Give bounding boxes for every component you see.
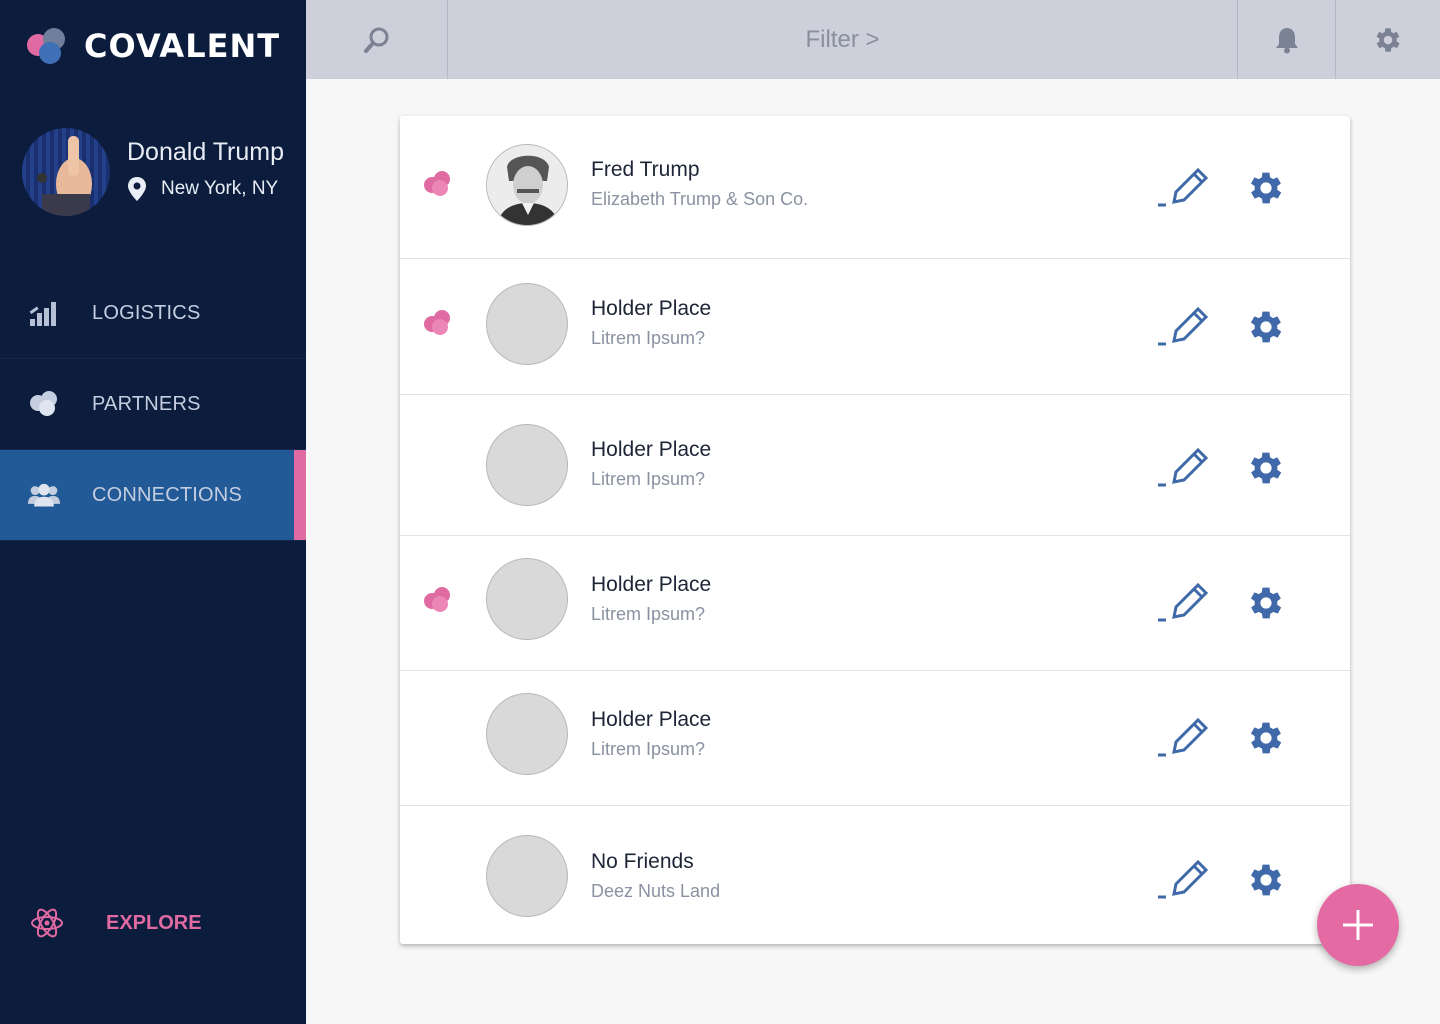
search-button[interactable] xyxy=(306,0,448,79)
avatar-placeholder xyxy=(486,835,568,917)
main-nav: LOGISTICS PARTNERS CONNECTIONS xyxy=(0,268,306,541)
gear-icon[interactable] xyxy=(1245,167,1287,209)
list-item[interactable]: No Friends Deez Nuts Land xyxy=(400,806,1350,944)
plus-icon xyxy=(1343,910,1373,940)
gear-icon xyxy=(1376,27,1400,52)
edit-pencil-icon[interactable] xyxy=(1158,716,1210,760)
nav-item-logistics[interactable]: LOGISTICS xyxy=(0,268,306,359)
connection-name: Holder Place xyxy=(591,297,712,320)
explore-button[interactable]: EXPLORE xyxy=(30,905,202,941)
edit-pencil-icon[interactable] xyxy=(1158,446,1210,490)
edit-pencil-icon[interactable] xyxy=(1158,581,1210,625)
connection-subtitle: Litrem Ipsum? xyxy=(591,469,706,489)
location-text: New York, NY xyxy=(161,178,279,199)
search-icon xyxy=(363,27,388,53)
notifications-button[interactable] xyxy=(1237,0,1335,79)
sidebar: COVALENT Donald Trump New York, NY LOGIS… xyxy=(0,0,306,1024)
profile-name: Donald Trump xyxy=(127,138,285,166)
gear-icon[interactable] xyxy=(1245,859,1287,901)
nav-item-partners[interactable]: PARTNERS xyxy=(0,359,306,450)
bar-chart-icon xyxy=(28,297,60,329)
settings-button[interactable] xyxy=(1335,0,1440,79)
covalent-logo-icon xyxy=(27,28,65,64)
list-item[interactable]: Holder Place Litrem Ipsum? xyxy=(400,259,1350,395)
connection-name: Holder Place xyxy=(591,708,712,731)
location-pin-icon xyxy=(128,177,146,201)
nav-label-partners: PARTNERS xyxy=(92,392,201,415)
connection-subtitle: Elizabeth Trump & Son Co. xyxy=(591,189,809,209)
user-profile[interactable]: Donald Trump New York, NY xyxy=(22,128,302,218)
gear-icon[interactable] xyxy=(1245,306,1287,348)
avatar-placeholder xyxy=(486,283,568,365)
edit-pencil-icon[interactable] xyxy=(1158,305,1210,349)
list-item[interactable]: Holder Place Litrem Ipsum? xyxy=(400,536,1350,671)
brand[interactable]: COVALENT xyxy=(26,26,280,66)
edit-pencil-icon[interactable] xyxy=(1158,166,1210,210)
filter-label: Filter > xyxy=(805,25,880,53)
connections-list: Fred Trump Elizabeth Trump & Son Co. Hol… xyxy=(400,116,1350,944)
bell-icon xyxy=(1275,27,1298,53)
connection-name: No Friends xyxy=(591,850,694,873)
avatar[interactable] xyxy=(22,128,110,216)
nav-label-logistics: LOGISTICS xyxy=(92,301,201,324)
gear-icon[interactable] xyxy=(1245,717,1287,759)
avatar-placeholder xyxy=(486,693,568,775)
filter-button[interactable]: Filter > xyxy=(448,0,1237,79)
covalent-badge-icon xyxy=(424,310,450,335)
nav-label-connections: CONNECTIONS xyxy=(92,483,242,506)
active-indicator xyxy=(294,450,306,540)
connection-subtitle: Litrem Ipsum? xyxy=(591,604,706,624)
avatar-placeholder xyxy=(486,558,568,640)
list-item[interactable]: Fred Trump Elizabeth Trump & Son Co. xyxy=(400,116,1350,259)
covalent-badge-icon xyxy=(424,587,450,612)
connection-subtitle: Deez Nuts Land xyxy=(591,881,721,901)
explore-label: EXPLORE xyxy=(106,911,202,934)
connection-subtitle: Litrem Ipsum? xyxy=(591,739,706,759)
connection-name: Holder Place xyxy=(591,573,712,596)
list-item[interactable]: Holder Place Litrem Ipsum? xyxy=(400,671,1350,806)
add-connection-button[interactable] xyxy=(1317,884,1399,966)
top-bar: Filter > xyxy=(306,0,1440,79)
avatar-placeholder xyxy=(486,424,568,506)
connection-subtitle: Litrem Ipsum? xyxy=(591,328,706,348)
partners-icon xyxy=(28,388,60,420)
brand-name: COVALENT xyxy=(84,27,281,65)
atom-icon xyxy=(31,908,63,938)
profile-location: New York, NY xyxy=(127,176,278,202)
list-item[interactable]: Holder Place Litrem Ipsum? xyxy=(400,395,1350,536)
users-icon xyxy=(28,479,60,511)
connection-name: Fred Trump xyxy=(591,158,700,181)
nav-item-connections[interactable]: CONNECTIONS xyxy=(0,450,306,541)
gear-icon[interactable] xyxy=(1245,447,1287,489)
avatar xyxy=(486,144,568,226)
gear-icon[interactable] xyxy=(1245,582,1287,624)
connection-name: Holder Place xyxy=(591,438,712,461)
covalent-badge-icon xyxy=(424,171,450,196)
edit-pencil-icon[interactable] xyxy=(1158,858,1210,902)
